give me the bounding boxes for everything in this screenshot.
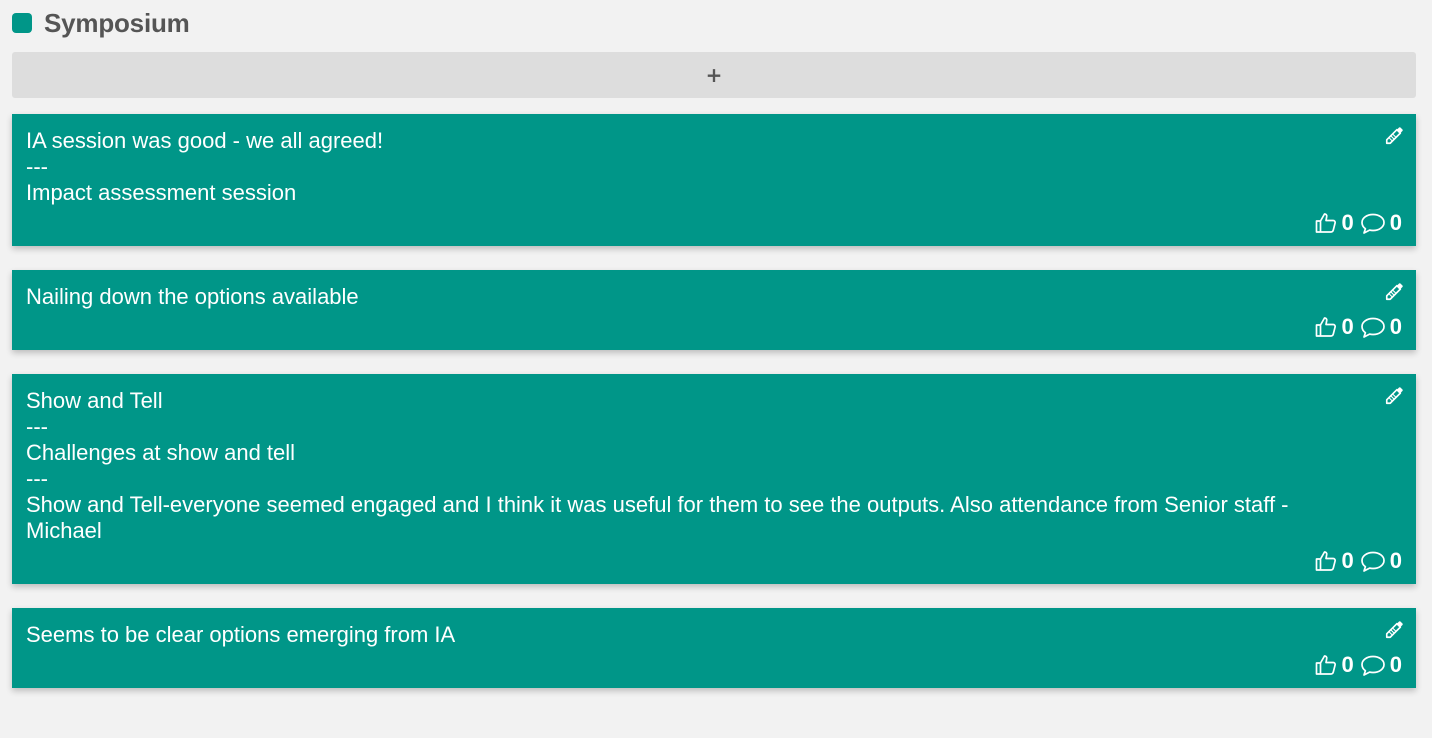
comment-icon xyxy=(1360,549,1386,573)
column-color-swatch xyxy=(12,13,32,33)
thumbs-up-icon xyxy=(1314,211,1338,235)
comment-button[interactable]: 0 xyxy=(1360,210,1402,236)
comment-count: 0 xyxy=(1389,652,1402,677)
card-text: IA session was good - we all agreed! ---… xyxy=(26,128,384,205)
column-header: Symposium xyxy=(12,0,1416,46)
card-footer: 0 0 xyxy=(26,546,1402,576)
thumbs-up-icon xyxy=(1314,315,1338,339)
like-button[interactable]: 0 xyxy=(1314,314,1354,340)
card-footer: 0 0 xyxy=(26,208,1402,238)
card-text: Seems to be clear options emerging from … xyxy=(26,622,456,647)
card[interactable]: Nailing down the options available 0 0 xyxy=(12,270,1416,350)
like-button[interactable]: 0 xyxy=(1314,210,1354,236)
column-title: Symposium xyxy=(44,7,190,38)
like-count: 0 xyxy=(1341,548,1354,573)
column-symposium: Symposium + IA session was good - we all… xyxy=(12,0,1416,712)
pencil-icon[interactable] xyxy=(1384,280,1406,302)
comment-count: 0 xyxy=(1389,210,1402,235)
card-text: Show and Tell --- Challenges at show and… xyxy=(26,388,1289,543)
comment-icon xyxy=(1360,315,1386,339)
card-text: Nailing down the options available xyxy=(26,284,359,309)
thumbs-up-icon xyxy=(1314,653,1338,677)
like-count: 0 xyxy=(1341,210,1354,235)
comment-button[interactable]: 0 xyxy=(1360,652,1402,678)
like-count: 0 xyxy=(1341,314,1354,339)
add-card-button[interactable]: + xyxy=(12,52,1416,98)
card-footer: 0 0 xyxy=(26,650,1402,680)
card-footer: 0 0 xyxy=(26,312,1402,342)
card[interactable]: Show and Tell --- Challenges at show and… xyxy=(12,374,1416,584)
comment-button[interactable]: 0 xyxy=(1360,548,1402,574)
like-count: 0 xyxy=(1341,652,1354,677)
pencil-icon[interactable] xyxy=(1384,618,1406,640)
comment-button[interactable]: 0 xyxy=(1360,314,1402,340)
pencil-icon[interactable] xyxy=(1384,384,1406,406)
comment-icon xyxy=(1360,653,1386,677)
card-list: IA session was good - we all agreed! ---… xyxy=(12,114,1416,688)
comment-count: 0 xyxy=(1389,548,1402,573)
pencil-icon[interactable] xyxy=(1384,124,1406,146)
card[interactable]: IA session was good - we all agreed! ---… xyxy=(12,114,1416,246)
card[interactable]: Seems to be clear options emerging from … xyxy=(12,608,1416,688)
like-button[interactable]: 0 xyxy=(1314,548,1354,574)
comment-count: 0 xyxy=(1389,314,1402,339)
thumbs-up-icon xyxy=(1314,549,1338,573)
comment-icon xyxy=(1360,211,1386,235)
like-button[interactable]: 0 xyxy=(1314,652,1354,678)
